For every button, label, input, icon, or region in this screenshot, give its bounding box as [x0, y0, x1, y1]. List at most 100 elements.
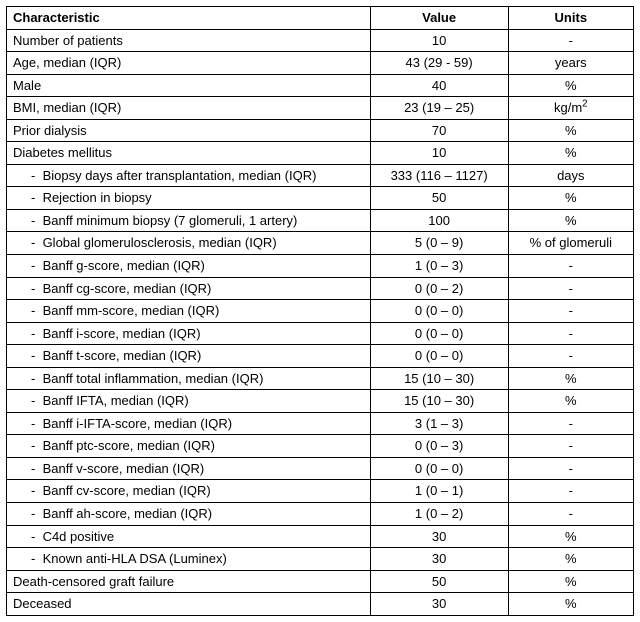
cell-value: 10 [370, 142, 508, 165]
cell-characteristic: Biopsy days after transplantation, media… [7, 164, 371, 187]
cell-characteristic: BMI, median (IQR) [7, 97, 371, 120]
table-row: Rejection in biopsy50% [7, 187, 634, 210]
characteristic-label: Biopsy days after transplantation, media… [13, 167, 316, 185]
cell-units: - [508, 300, 633, 323]
cell-units: % [508, 74, 633, 97]
table-row: Banff ptc-score, median (IQR)0 (0 – 3)- [7, 435, 634, 458]
cell-characteristic: Age, median (IQR) [7, 52, 371, 75]
cell-value: 43 (29 - 59) [370, 52, 508, 75]
cell-units: - [508, 345, 633, 368]
cell-value: 0 (0 – 0) [370, 457, 508, 480]
characteristic-label: Banff cv-score, median (IQR) [13, 482, 211, 500]
cell-value: 30 [370, 593, 508, 616]
table-row: Age, median (IQR)43 (29 - 59)years [7, 52, 634, 75]
cell-characteristic: Banff cg-score, median (IQR) [7, 277, 371, 300]
cell-value: 30 [370, 525, 508, 548]
cell-units: % [508, 570, 633, 593]
characteristic-label: Banff ah-score, median (IQR) [13, 505, 212, 523]
cell-value: 50 [370, 570, 508, 593]
table-row: Number of patients10- [7, 29, 634, 52]
cell-value: 70 [370, 119, 508, 142]
table-row: Banff v-score, median (IQR) 0 (0 – 0)- [7, 457, 634, 480]
table-row: Deceased30% [7, 593, 634, 616]
cell-value: 1 (0 – 1) [370, 480, 508, 503]
characteristic-label: Banff t-score, median (IQR) [13, 347, 201, 365]
cell-units: % [508, 142, 633, 165]
cell-characteristic: Banff i-score, median (IQR) [7, 322, 371, 345]
characteristic-label: Banff total inflammation, median (IQR) [13, 370, 263, 388]
characteristic-label: C4d positive [13, 528, 114, 546]
cell-characteristic: Diabetes mellitus [7, 142, 371, 165]
table-row: Banff i-IFTA-score, median (IQR) 3 (1 – 3… [7, 412, 634, 435]
table-row: Prior dialysis70% [7, 119, 634, 142]
cell-characteristic: Banff v-score, median (IQR) [7, 457, 371, 480]
characteristic-label: Banff minimum biopsy (7 glomeruli, 1 art… [13, 212, 297, 230]
cell-units: - [508, 29, 633, 52]
cell-characteristic: Banff total inflammation, median (IQR) [7, 367, 371, 390]
cell-units: % of glomeruli [508, 232, 633, 255]
cell-value: 1 (0 – 3) [370, 255, 508, 278]
cell-characteristic: Banff ptc-score, median (IQR) [7, 435, 371, 458]
table-row: Known anti-HLA DSA (Luminex) 30% [7, 548, 634, 571]
table-row: Banff IFTA, median (IQR)15 (10 – 30)% [7, 390, 634, 413]
characteristic-label: Banff g-score, median (IQR) [13, 257, 205, 275]
col-header-characteristic: Characteristic [7, 7, 371, 30]
cell-value: 0 (0 – 0) [370, 322, 508, 345]
cell-value: 40 [370, 74, 508, 97]
cell-value: 0 (0 – 3) [370, 435, 508, 458]
characteristic-label: Banff cg-score, median (IQR) [13, 280, 211, 298]
characteristic-label: Banff i-IFTA-score, median (IQR) [13, 415, 232, 433]
characteristic-label: Banff ptc-score, median (IQR) [13, 437, 215, 455]
cell-characteristic: Banff i-IFTA-score, median (IQR) [7, 412, 371, 435]
cell-units: % [508, 525, 633, 548]
cell-value: 0 (0 – 0) [370, 300, 508, 323]
table-row: Biopsy days after transplantation, media… [7, 164, 634, 187]
cell-value: 15 (10 – 30) [370, 367, 508, 390]
cell-units: - [508, 322, 633, 345]
cell-units: % [508, 209, 633, 232]
characteristic-label: Banff IFTA, median (IQR) [13, 392, 189, 410]
cell-value: 0 (0 – 0) [370, 345, 508, 368]
cell-units: % [508, 548, 633, 571]
characteristic-label: Known anti-HLA DSA (Luminex) [13, 550, 227, 568]
table-row: Banff total inflammation, median (IQR) 15… [7, 367, 634, 390]
cell-characteristic: Death-censored graft failure [7, 570, 371, 593]
cell-units: - [508, 277, 633, 300]
cell-value: 23 (19 – 25) [370, 97, 508, 120]
table-row: Banff mm-score, median (IQR)0 (0 – 0)- [7, 300, 634, 323]
cell-value: 30 [370, 548, 508, 571]
characteristic-label: Banff i-score, median (IQR) [13, 325, 201, 343]
cell-characteristic: Prior dialysis [7, 119, 371, 142]
cell-value: 3 (1 – 3) [370, 412, 508, 435]
cell-characteristic: Banff ah-score, median (IQR) [7, 503, 371, 526]
cell-units: - [508, 480, 633, 503]
cell-characteristic: Banff mm-score, median (IQR) [7, 300, 371, 323]
table-row: Global glomerulosclerosis, median (IQR)5… [7, 232, 634, 255]
cell-characteristic: Deceased [7, 593, 371, 616]
table-header-row: Characteristic Value Units [7, 7, 634, 30]
characteristic-label: Banff v-score, median (IQR) [13, 460, 204, 478]
cell-units: days [508, 164, 633, 187]
cell-units: % [508, 390, 633, 413]
cell-units: kg/m2 [508, 97, 633, 120]
table-row: Banff t-score, median (IQR) 0 (0 – 0)- [7, 345, 634, 368]
table-row: Banff g-score, median (IQR) 1 (0 – 3)- [7, 255, 634, 278]
cell-units: - [508, 503, 633, 526]
table-row: Banff cg-score, median (IQR) 0 (0 – 2)- [7, 277, 634, 300]
cell-value: 0 (0 – 2) [370, 277, 508, 300]
cell-units: % [508, 367, 633, 390]
cell-value: 1 (0 – 2) [370, 503, 508, 526]
table-row: Banff ah-score, median (IQR) 1 (0 – 2)- [7, 503, 634, 526]
table-row: Banff cv-score, median (IQR) 1 (0 – 1)- [7, 480, 634, 503]
cell-characteristic: Global glomerulosclerosis, median (IQR) [7, 232, 371, 255]
cell-value: 100 [370, 209, 508, 232]
col-header-units: Units [508, 7, 633, 30]
cell-units: - [508, 457, 633, 480]
cell-units: % [508, 187, 633, 210]
table-row: C4d positive 30% [7, 525, 634, 548]
cell-characteristic: Number of patients [7, 29, 371, 52]
cell-characteristic: Banff IFTA, median (IQR) [7, 390, 371, 413]
cell-units: - [508, 255, 633, 278]
cell-characteristic: Banff t-score, median (IQR) [7, 345, 371, 368]
characteristic-label: Rejection in biopsy [13, 189, 152, 207]
